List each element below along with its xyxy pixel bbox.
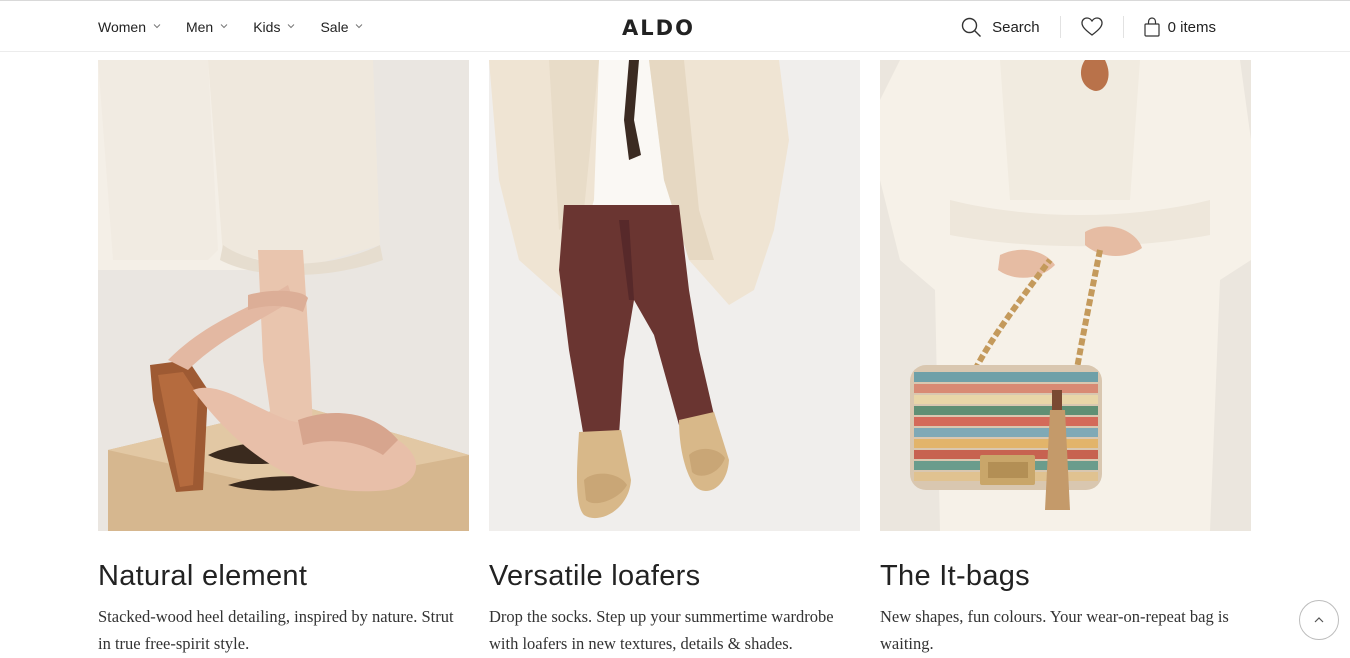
scroll-to-top-button[interactable] [1299, 600, 1339, 640]
nav-women[interactable]: Women [98, 19, 162, 35]
cart-button[interactable]: 0 items [1144, 17, 1216, 37]
cart-count-label: 0 items [1167, 18, 1216, 36]
search-icon [961, 17, 982, 37]
chevron-down-icon [288, 24, 295, 29]
handbag-image[interactable] [880, 60, 1251, 531]
card-title[interactable]: Versatile loafers [489, 559, 860, 593]
nav-men[interactable]: Men [186, 19, 229, 35]
divider [1059, 16, 1061, 38]
card-title[interactable]: The It-bags [880, 559, 1251, 593]
nav-sale[interactable]: Sale [320, 19, 364, 35]
aldo-logo[interactable]: ALDO [622, 15, 695, 41]
search-button[interactable]: Search [961, 17, 1040, 38]
main-nav: Women Men Kids Sale [98, 1, 388, 53]
card-description: New shapes, fun colours. Your wear-on-re… [880, 607, 1229, 653]
nav-men-label: Men [185, 19, 214, 35]
card-title[interactable]: Natural element [98, 559, 469, 593]
header-utilities: Search 0 items [961, 1, 1216, 53]
promo-card-natural-element: Natural element Stacked-wood heel detail… [98, 60, 469, 657]
divider [1122, 16, 1124, 38]
card-description: Drop the socks. Step up your summertime … [489, 607, 834, 653]
promo-card-it-bags: The It-bags New shapes, fun colours. You… [880, 60, 1251, 657]
nav-kids[interactable]: Kids [253, 19, 296, 35]
site-header: Women Men Kids Sale ALDO Search 0 items [0, 0, 1350, 52]
shopping-bag-icon [1144, 17, 1160, 37]
chevron-down-icon [356, 24, 363, 29]
search-label: Search [992, 18, 1040, 36]
chevron-up-icon [1314, 617, 1324, 623]
heart-icon [1080, 17, 1103, 36]
nav-kids-label: Kids [253, 19, 281, 35]
nav-sale-label: Sale [320, 19, 349, 35]
chevron-down-icon [153, 24, 161, 29]
chevron-down-icon [220, 24, 228, 29]
wishlist-button[interactable] [1080, 17, 1103, 37]
promo-card-versatile-loafers: Versatile loafers Drop the socks. Step u… [489, 60, 860, 657]
nav-women-label: Women [98, 19, 146, 35]
loafers-image[interactable] [489, 60, 860, 531]
sandal-heel-image[interactable] [98, 60, 469, 531]
card-description: Stacked-wood heel detailing, inspired by… [98, 607, 454, 653]
